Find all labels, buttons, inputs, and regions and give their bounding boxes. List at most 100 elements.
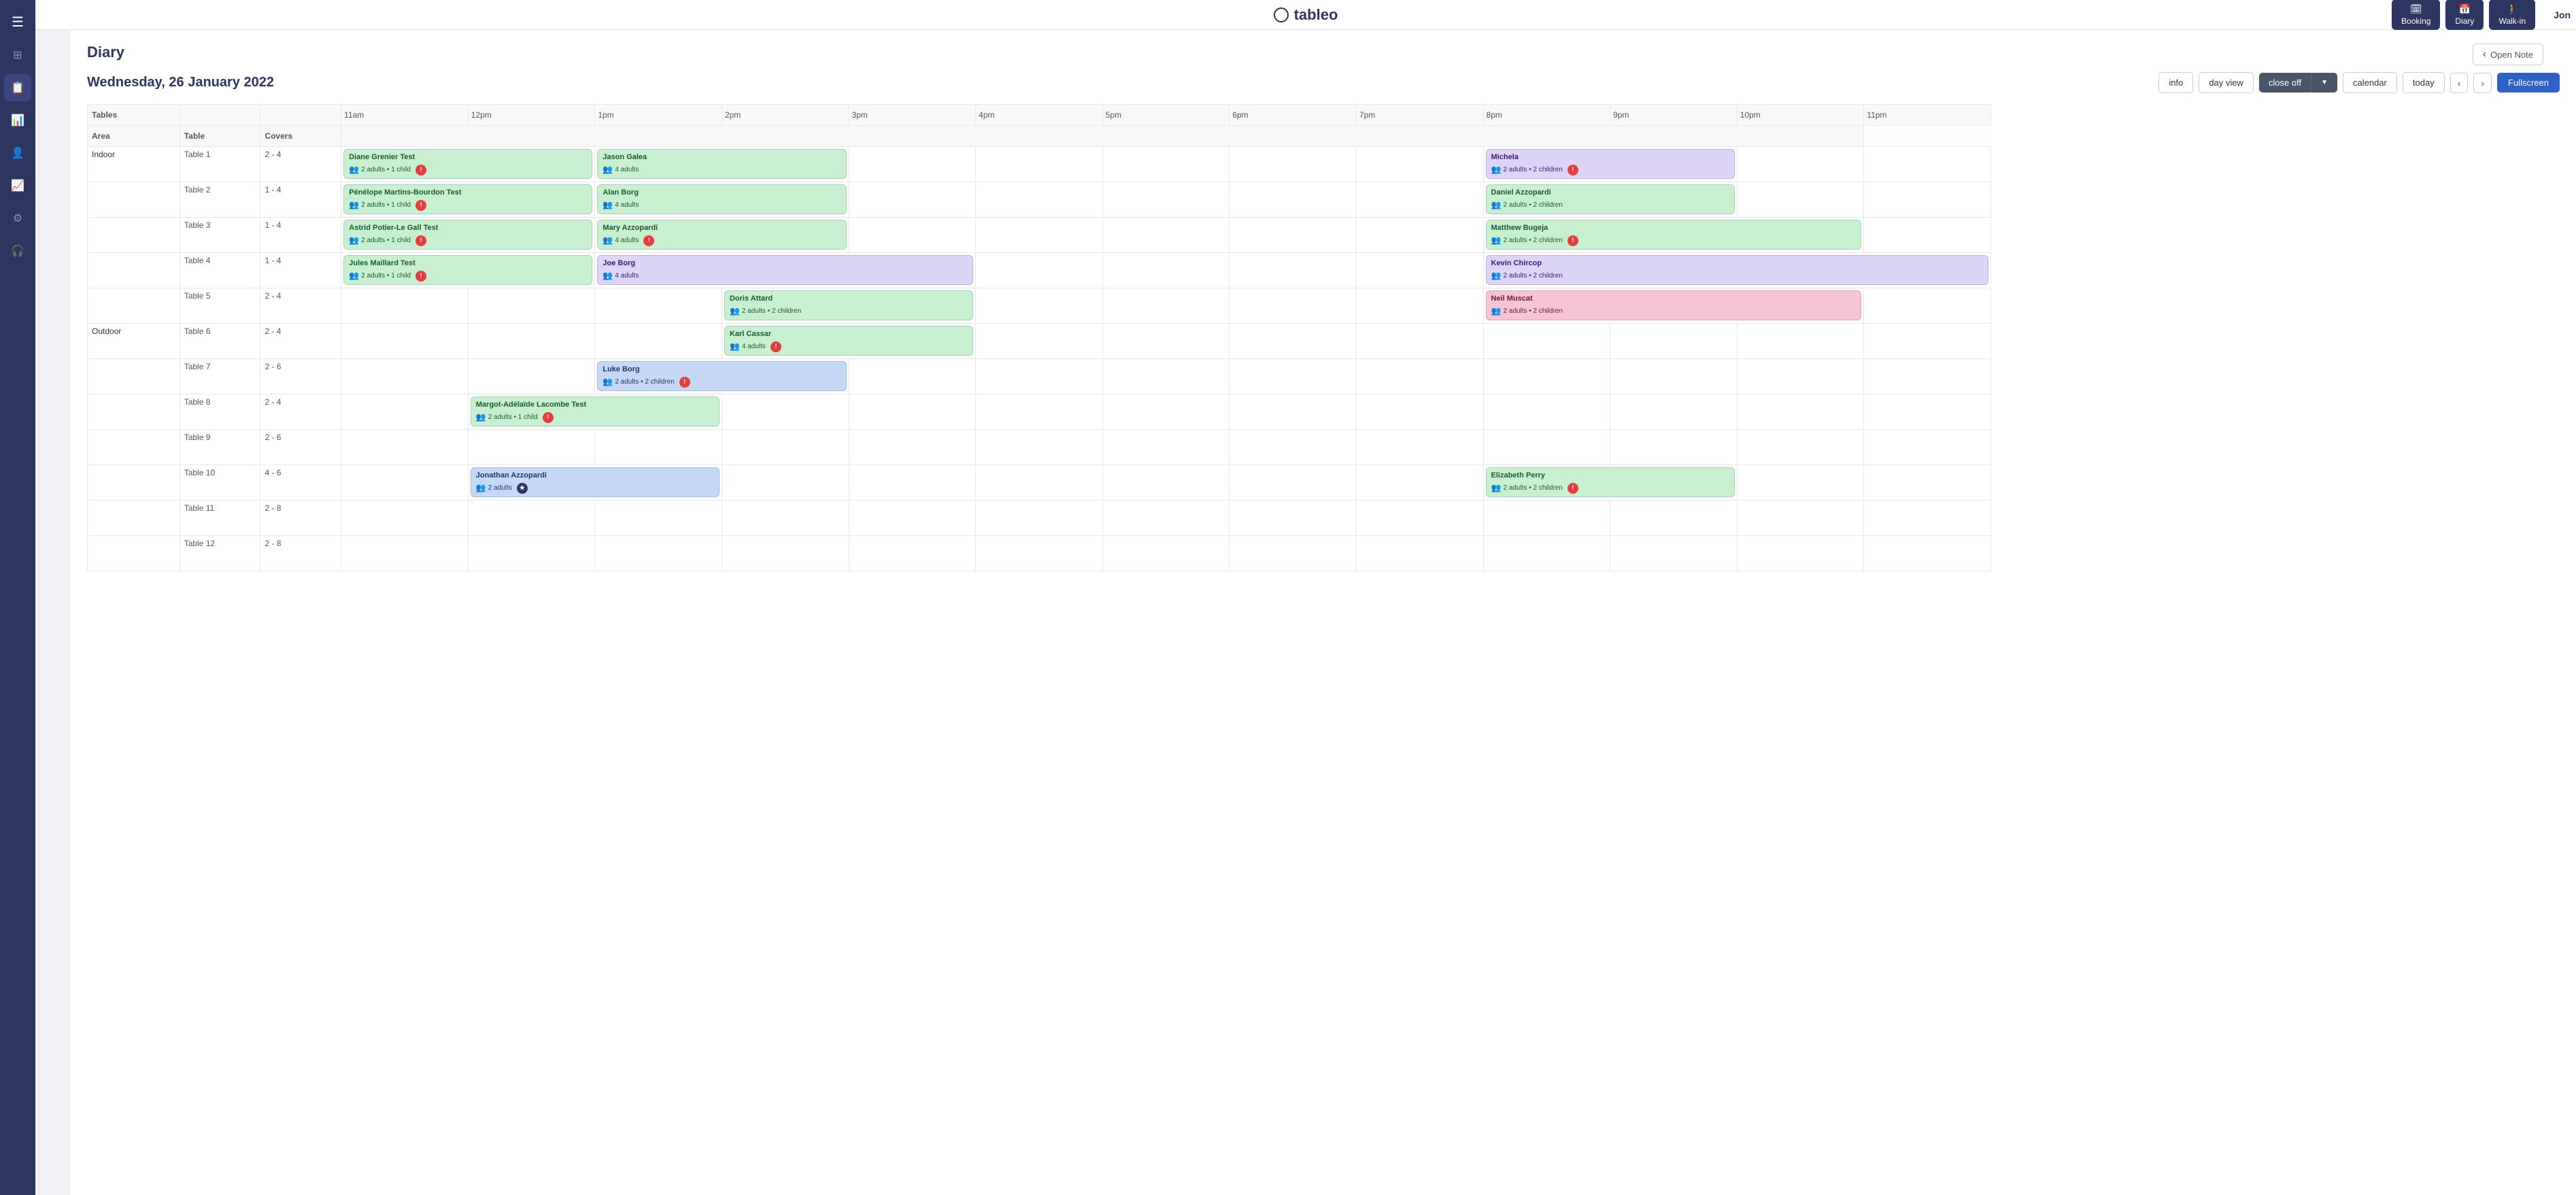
time-3pm: 3pm: [849, 105, 976, 126]
covers-icon: 👥: [476, 411, 486, 423]
topbar: tableo 🗓 Booking 📅 Diary 🚶 Walk-in Jon: [35, 0, 2576, 30]
walkin-button[interactable]: 🚶 Walk-in: [2489, 0, 2535, 30]
time-slot-cell: [849, 182, 976, 218]
toolbar: Wednesday, 26 January 2022 info day view…: [87, 72, 2560, 93]
alert-badge: !: [643, 235, 654, 246]
menu-icon[interactable]: ☰: [6, 8, 29, 36]
area-cell: [88, 536, 180, 571]
booking-block[interactable]: Jules Maillard Test👥 2 adults • 1 child!: [343, 255, 592, 285]
booking-block[interactable]: Elizabeth Perry👥 2 adults • 2 children!: [1486, 467, 1735, 497]
booking-name: Margot-Adélaïde Lacombe Test: [476, 400, 714, 410]
covers-icon: 👥: [1491, 164, 1502, 175]
time-slot-cell: [976, 430, 1103, 465]
booking-covers: 👥 2 adults • 1 child!: [349, 235, 587, 246]
sidebar-item-reports[interactable]: 📊: [4, 107, 31, 134]
sidebar-item-bookings[interactable]: 📋: [4, 74, 31, 101]
table-name-cell: Table 4: [180, 253, 260, 288]
time-slot-cell: [1864, 501, 1991, 536]
open-note-label: Open Note: [2490, 50, 2533, 60]
time-slot-cell: [341, 465, 469, 501]
time-slot-cell: [1864, 359, 1991, 394]
booking-block[interactable]: Neil Muscat👥 2 adults • 2 children: [1486, 290, 1862, 320]
table-name-cell: Table 6: [180, 324, 260, 359]
booking-block[interactable]: Daniel Azzopardi👥 2 adults • 2 children: [1486, 184, 1735, 214]
sidebar-item-analytics[interactable]: 📈: [4, 172, 31, 199]
time-slot-cell: Margot-Adélaïde Lacombe Test👥 2 adults •…: [468, 394, 722, 430]
calendar-button[interactable]: calendar: [2343, 72, 2397, 93]
day-view-button[interactable]: day view: [2199, 72, 2254, 93]
time-slot-cell: [1610, 359, 1738, 394]
booking-name: Karl Cassar: [730, 329, 968, 339]
table-name-cell: Table 3: [180, 218, 260, 253]
time-slot-cell: [1356, 501, 1483, 536]
time-slot-cell: [976, 182, 1103, 218]
booking-block[interactable]: Karl Cassar👥 4 adults!: [724, 326, 973, 356]
time-slot-cell: [976, 359, 1103, 394]
booking-block[interactable]: Astrid Potier-Le Gall Test👥 2 adults • 1…: [343, 220, 592, 250]
table-name-cell: Table 9: [180, 430, 260, 465]
time-slot-cell: [341, 288, 469, 324]
booking-block[interactable]: Joe Borg👥 4 adults: [597, 255, 973, 285]
sidebar-item-support[interactable]: 🎧: [4, 237, 31, 265]
covers-icon: 👥: [349, 164, 359, 175]
booking-name: Alan Borg: [603, 188, 841, 198]
main-content: Diary Open Note Wednesday, 26 January 20…: [71, 30, 2576, 1195]
fullscreen-button[interactable]: Fullscreen: [2497, 73, 2560, 92]
time-slot-cell: [722, 394, 849, 430]
time-slot-cell: [1737, 147, 1864, 182]
time-slot-cell: Alan Borg👥 4 adults: [595, 182, 849, 218]
booking-block[interactable]: Pénélope Martins-Bourdon Test👥 2 adults …: [343, 184, 592, 214]
booking-covers: 👥 2 adults • 1 child!: [349, 199, 587, 211]
booking-block[interactable]: Jason Galea👥 4 adults: [597, 149, 846, 179]
booking-covers: 👥 4 adults!: [603, 235, 841, 246]
covers-col-header: Covers: [260, 126, 341, 147]
time-slot-cell: [1356, 147, 1483, 182]
booking-block[interactable]: Doris Attard👥 2 adults • 2 children: [724, 290, 973, 320]
open-note-button[interactable]: Open Note: [2473, 44, 2543, 65]
sidebar-item-settings[interactable]: ⚙: [4, 205, 31, 232]
close-off-button[interactable]: close off: [2259, 73, 2311, 92]
booking-block[interactable]: Mary Azzopardi👥 4 adults!: [597, 220, 846, 250]
tables-header: Tables: [88, 105, 180, 126]
sidebar-item-dashboard[interactable]: ⊞: [4, 41, 31, 69]
info-button[interactable]: info: [2158, 72, 2193, 93]
close-off-dropdown[interactable]: ▼: [2311, 73, 2337, 92]
covers-cell: 2 - 6: [260, 430, 341, 465]
booking-block[interactable]: Luke Borg👥 2 adults • 2 children!: [597, 361, 846, 391]
time-slot-cell: [1483, 536, 1610, 571]
sidebar-item-users[interactable]: 👤: [4, 139, 31, 167]
booking-block[interactable]: Diane Grenier Test👥 2 adults • 1 child!: [343, 149, 592, 179]
booking-block[interactable]: Margot-Adélaïde Lacombe Test👥 2 adults •…: [471, 397, 719, 426]
time-slot-cell: [849, 359, 976, 394]
booking-covers: 👥 2 adults • 1 child!: [349, 270, 587, 282]
booking-block[interactable]: Michela👥 2 adults • 2 children!: [1486, 149, 1735, 179]
booking-icon: 🗓: [2410, 3, 2422, 15]
time-slot-cell: [1864, 394, 1991, 430]
booking-block[interactable]: Alan Borg👥 4 adults: [597, 184, 846, 214]
table-name-cell: Table 11: [180, 501, 260, 536]
booking-name: Jason Galea: [603, 152, 841, 163]
covers-cell: 1 - 4: [260, 253, 341, 288]
time-slot-cell: [849, 147, 976, 182]
alert-badge: !: [416, 165, 426, 175]
time-slot-cell: [468, 288, 595, 324]
alert-badge: !: [770, 341, 781, 352]
time-slot-cell: [1102, 465, 1230, 501]
table-row: Table 52 - 4Doris Attard👥 2 adults • 2 c…: [88, 288, 1991, 324]
booking-block[interactable]: Jonathan Azzopardi👥 2 adults★: [471, 467, 719, 497]
time-slot-cell: Kevin Chircop👥 2 adults • 2 children: [1483, 253, 1990, 288]
next-button[interactable]: ›: [2473, 73, 2492, 93]
booking-block[interactable]: Kevin Chircop👥 2 adults • 2 children: [1486, 255, 1988, 285]
time-slot-cell: Diane Grenier Test👥 2 adults • 1 child!: [341, 147, 595, 182]
time-1pm: 1pm: [595, 105, 722, 126]
prev-button[interactable]: ‹: [2450, 73, 2469, 93]
close-off-group: close off ▼: [2259, 73, 2337, 92]
booking-block[interactable]: Matthew Bugeja👥 2 adults • 2 children!: [1486, 220, 1862, 250]
booking-covers: 👥 2 adults • 1 child!: [476, 411, 714, 423]
covers-cell: 1 - 4: [260, 182, 341, 218]
alert-badge: !: [1567, 483, 1578, 494]
diary-button[interactable]: 📅 Diary: [2445, 0, 2484, 30]
booking-button[interactable]: 🗓 Booking: [2392, 0, 2440, 30]
time-slot-cell: Doris Attard👥 2 adults • 2 children: [722, 288, 975, 324]
today-button[interactable]: today: [2403, 72, 2445, 93]
